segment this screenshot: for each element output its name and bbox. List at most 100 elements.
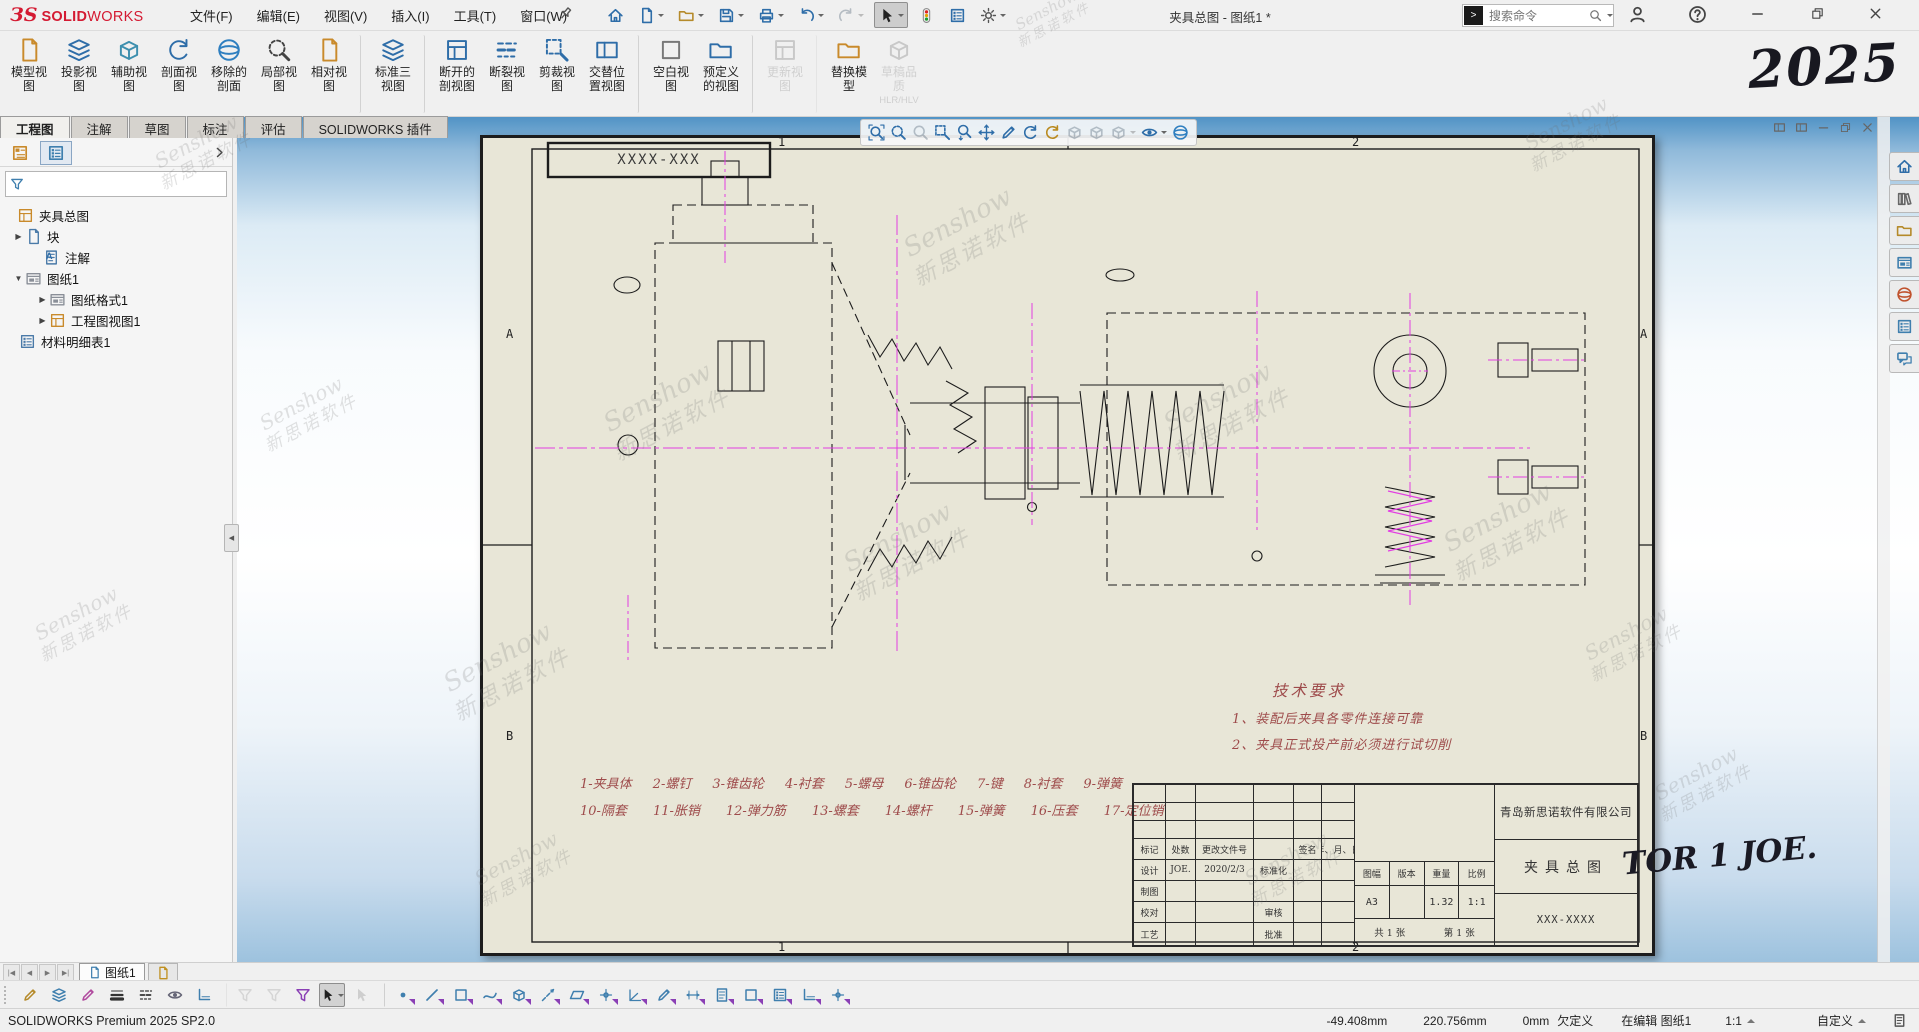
tree-item[interactable]: ▶ 图纸格式1 bbox=[0, 289, 232, 310]
file-explorer-icon[interactable] bbox=[1889, 216, 1919, 245]
zoom-scroll-icon[interactable] bbox=[955, 123, 974, 142]
tree-item[interactable]: 材料明细表1 bbox=[0, 331, 232, 352]
tree-filter-box[interactable] bbox=[5, 171, 227, 197]
print-icon[interactable] bbox=[754, 2, 788, 28]
minimize-document-icon[interactable] bbox=[1817, 121, 1830, 134]
select-tool-icon[interactable] bbox=[874, 2, 908, 28]
break-view-button[interactable]: 断裂视图 bbox=[482, 35, 532, 113]
dropdown-caret-icon[interactable] bbox=[1130, 131, 1136, 137]
zoom-to-selection-icon[interactable] bbox=[933, 123, 952, 142]
replace-model-button[interactable]: 替换模型 bbox=[824, 35, 874, 113]
filter-vertices-icon[interactable] bbox=[384, 983, 416, 1007]
close-document-icon[interactable] bbox=[1861, 121, 1874, 134]
status-caret-icon[interactable] bbox=[1747, 1015, 1755, 1023]
account-icon[interactable] bbox=[1628, 5, 1647, 24]
tree-item[interactable]: 夹具总图 bbox=[0, 205, 232, 226]
restore-button[interactable] bbox=[1810, 6, 1825, 21]
toolbar-grip[interactable] bbox=[4, 986, 11, 1004]
filter-faces-icon[interactable] bbox=[448, 983, 474, 1007]
command-search[interactable]: > bbox=[1462, 4, 1614, 27]
ribbon-tab[interactable]: SOLIDWORKS 插件 bbox=[303, 116, 448, 138]
expand-arrow-icon[interactable]: ▶ bbox=[12, 232, 25, 241]
drawing-sheet[interactable]: XXXX-XXX 12 12 AB AB 技术要求 1、装配后夹具各零件连接可靠… bbox=[480, 135, 1655, 956]
dropdown-caret-icon[interactable] bbox=[1161, 131, 1167, 137]
sheet-tab[interactable]: 图纸1 bbox=[79, 963, 145, 981]
dropdown-caret-icon[interactable] bbox=[898, 14, 904, 20]
color-display-mode-icon[interactable] bbox=[191, 983, 217, 1007]
zoom-to-fit-icon[interactable] bbox=[867, 123, 886, 142]
relative-view-button[interactable]: 相对视图 bbox=[304, 35, 361, 113]
feature-manager-tab-icon[interactable] bbox=[4, 141, 36, 165]
appearances-icon[interactable] bbox=[1889, 280, 1919, 309]
filter-annotations-icon[interactable] bbox=[709, 983, 735, 1007]
custom-properties-icon[interactable] bbox=[1889, 312, 1919, 341]
lasso-select-icon[interactable] bbox=[348, 983, 374, 1007]
section-view-button[interactable]: 剖面视图 bbox=[154, 35, 204, 113]
line-color-icon[interactable] bbox=[75, 983, 101, 1007]
removed-section-button[interactable]: 移除的剖面 bbox=[204, 35, 254, 113]
filter-stack-icon[interactable] bbox=[290, 983, 316, 1007]
sheet-nav-button[interactable]: |◀ bbox=[3, 964, 20, 981]
filter-axes-icon[interactable] bbox=[535, 983, 561, 1007]
ribbon-tab[interactable]: 评估 bbox=[245, 116, 302, 138]
model-view-button[interactable]: 模型视图 bbox=[4, 35, 54, 113]
sheet-nav-button[interactable]: ◀ bbox=[21, 964, 38, 981]
hide-show-items-icon[interactable] bbox=[1140, 123, 1168, 142]
filter-surface-bodies-icon[interactable] bbox=[477, 983, 503, 1007]
tree-item[interactable]: ▶ 块 bbox=[0, 226, 232, 247]
dropdown-caret-icon[interactable] bbox=[858, 14, 864, 20]
dropdown-caret-icon[interactable] bbox=[738, 14, 744, 20]
update-view-button[interactable]: 更新视图 bbox=[760, 35, 817, 113]
restore-document-icon[interactable] bbox=[1839, 121, 1852, 134]
dropdown-caret-icon[interactable] bbox=[1000, 14, 1006, 20]
menu-item[interactable]: 视图(V) bbox=[312, 2, 379, 29]
dropdown-caret-icon[interactable] bbox=[778, 14, 784, 20]
panel-collapse-button[interactable]: ◀ bbox=[224, 524, 239, 552]
broken-out-section-button[interactable]: 断开的剖视图 bbox=[432, 35, 482, 113]
dropdown-caret-icon[interactable] bbox=[658, 14, 664, 20]
hidden-lines-icon[interactable] bbox=[1109, 123, 1137, 142]
view-orientation-icon[interactable] bbox=[1065, 123, 1084, 142]
graphics-area[interactable]: XXXX-XXX 12 12 AB AB 技术要求 1、装配后夹具各零件连接可靠… bbox=[237, 116, 1919, 962]
property-manager-tab-icon[interactable] bbox=[40, 141, 72, 165]
expand-arrow-icon[interactable]: ▶ bbox=[36, 316, 49, 325]
projected-view-button[interactable]: 投影视图 bbox=[54, 35, 104, 113]
menu-item[interactable]: 文件(F) bbox=[178, 2, 245, 29]
redo-icon[interactable] bbox=[834, 2, 868, 28]
dropdown-caret-icon[interactable] bbox=[338, 994, 344, 1000]
design-library-icon[interactable] bbox=[1889, 184, 1919, 213]
filter-tables-icon[interactable] bbox=[767, 983, 793, 1007]
pane-split-left-icon[interactable] bbox=[1773, 121, 1786, 134]
hide-show-edges-icon[interactable] bbox=[162, 983, 188, 1007]
select-arrow-icon[interactable] bbox=[319, 983, 345, 1007]
close-button[interactable] bbox=[1868, 6, 1883, 21]
3d-drawing-view-icon[interactable] bbox=[999, 123, 1018, 142]
home-panel-icon[interactable] bbox=[1889, 152, 1919, 181]
search-caret-icon[interactable] bbox=[1607, 14, 1613, 20]
filter-planes-icon[interactable] bbox=[564, 983, 590, 1007]
filter-sketches-icon[interactable] bbox=[651, 983, 677, 1007]
settings-gear-icon[interactable] bbox=[976, 2, 1010, 28]
sheet-nav-button[interactable]: ▶| bbox=[57, 964, 74, 981]
panel-expand-chevron-icon[interactable] bbox=[213, 146, 226, 159]
line-thickness-icon[interactable] bbox=[104, 983, 130, 1007]
forum-icon[interactable] bbox=[1889, 344, 1919, 373]
filter-origins-icon[interactable] bbox=[593, 983, 619, 1007]
pan-icon[interactable] bbox=[977, 123, 996, 142]
detail-view-button[interactable]: 局部视图 bbox=[254, 35, 304, 113]
pane-split-right-icon[interactable] bbox=[1795, 121, 1808, 134]
filter-toggle-icon[interactable] bbox=[226, 983, 258, 1007]
crop-view-button[interactable]: 剪裁视图 bbox=[532, 35, 582, 113]
sheet-nav-button[interactable]: ▶ bbox=[39, 964, 56, 981]
filter-funnel-icon[interactable] bbox=[10, 177, 24, 191]
ribbon-tab[interactable]: 工程图 bbox=[0, 116, 70, 138]
clear-all-filters-icon[interactable] bbox=[261, 983, 287, 1007]
help-icon[interactable] bbox=[1688, 5, 1707, 24]
tree-item[interactable]: ▼ 图纸1 bbox=[0, 268, 232, 289]
zoom-out-icon[interactable] bbox=[911, 123, 930, 142]
minimize-button[interactable] bbox=[1750, 6, 1765, 21]
display-style-icon[interactable] bbox=[1087, 123, 1106, 142]
dropdown-caret-icon[interactable] bbox=[818, 14, 824, 20]
filter-solid-bodies-icon[interactable] bbox=[506, 983, 532, 1007]
filter-blocks-icon[interactable] bbox=[738, 983, 764, 1007]
